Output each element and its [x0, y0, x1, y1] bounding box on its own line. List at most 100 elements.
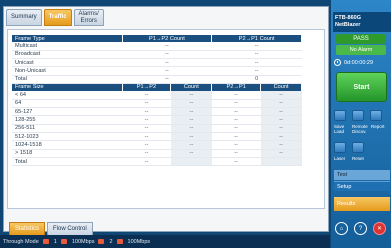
frame-type-table: Frame Type P1→P2 Count P2→P1 Count Multi… — [12, 35, 302, 85]
table-row: Broadcast -- -- — [12, 50, 302, 60]
tab-alarms-errors[interactable]: Alarms/ Errors — [73, 9, 104, 26]
count-cell — [170, 157, 212, 167]
row-label: Multicast — [12, 42, 122, 51]
home-icon[interactable]: ⌂ — [335, 222, 348, 235]
column-header: Count — [260, 83, 302, 91]
value-cell: -- — [211, 124, 261, 133]
tab-statistics[interactable]: Statistics — [9, 222, 46, 236]
table-row: 64 -- -- -- -- — [12, 99, 302, 109]
table-row: 128-255 -- -- -- -- — [12, 115, 302, 125]
column-header: Count — [170, 83, 213, 91]
table-header-row: Frame Size P1→P2 Count P2→P1 Count — [12, 83, 302, 91]
table-row: Non-Unicast -- -- — [12, 66, 302, 76]
menu-setup[interactable]: Setup — [334, 181, 390, 191]
value-cell: -- — [122, 132, 171, 142]
row-label: 65-127 — [12, 107, 122, 117]
help-icon[interactable]: ? — [354, 222, 367, 235]
bottom-tab-bar: Statistics Flow Control — [9, 222, 93, 236]
row-label: Total — [12, 75, 122, 85]
port2-speed: 100Mbps — [127, 238, 151, 245]
report-label: Report — [371, 124, 385, 129]
reset-button[interactable] — [352, 142, 364, 153]
count-cell: -- — [122, 58, 212, 68]
pass-status-badge: PASS — [336, 34, 386, 44]
column-header: P1→P2 Count — [122, 35, 213, 42]
traffic-content: Frame Type P1→P2 Count P2→P1 Count Multi… — [7, 29, 325, 209]
row-label: 256-511 — [12, 124, 122, 133]
tab-summary[interactable]: Summary — [6, 9, 42, 26]
row-label: 64 — [12, 99, 122, 109]
count-cell: -- — [260, 140, 302, 150]
device-model: FTB-860G — [335, 15, 361, 21]
port1-label: 1 — [53, 238, 57, 245]
top-tab-bar: Summary Traffic Alarms/ Errors — [6, 9, 104, 26]
test-timer: 0d:00:00:29 — [334, 58, 389, 67]
column-header: P1→P2 — [122, 83, 172, 91]
count-cell: -- — [170, 124, 212, 133]
device-header: FTB-860G NetBlazer — [333, 12, 391, 32]
table-row: Unicast -- -- — [12, 58, 302, 68]
count-cell: -- — [170, 115, 212, 125]
value-cell: -- — [211, 99, 261, 109]
remote-discovery-button[interactable] — [352, 110, 364, 121]
row-label: Non-Unicast — [12, 66, 122, 76]
save-load-button[interactable] — [334, 110, 346, 121]
remote-discovery-label: Remote Discov. — [352, 124, 368, 134]
count-cell: -- — [260, 149, 302, 158]
close-icon[interactable]: ✕ — [373, 222, 386, 235]
count-cell: -- — [211, 58, 302, 68]
count-cell: -- — [211, 42, 302, 51]
count-cell: -- — [170, 107, 212, 117]
reset-label: Reset — [352, 156, 364, 161]
timer-value: 0d:00:00:29 — [344, 59, 374, 66]
value-cell: -- — [122, 107, 171, 117]
start-button[interactable]: Start — [336, 72, 387, 102]
report-button[interactable] — [370, 110, 382, 121]
table-row: 256-511 -- -- -- -- — [12, 124, 302, 133]
tab-flow-control[interactable]: Flow Control — [47, 222, 93, 236]
row-label: Total — [12, 157, 122, 167]
value-cell: -- — [211, 90, 261, 100]
menu-test[interactable]: Test — [334, 170, 390, 180]
table-row: 1024-1518 -- -- -- -- — [12, 140, 302, 150]
count-cell: -- — [260, 99, 302, 109]
table-row: 512-1023 -- -- -- -- — [12, 132, 302, 142]
menu-results[interactable]: Results — [334, 197, 390, 211]
row-label: 128-255 — [12, 115, 122, 125]
row-label: Unicast — [12, 58, 122, 68]
table-row: > 1518 -- -- -- -- — [12, 149, 302, 158]
results-panel: Summary Traffic Alarms/ Errors Frame Typ… — [3, 6, 329, 236]
value-cell: -- — [122, 157, 171, 167]
tab-traffic[interactable]: Traffic — [43, 9, 72, 26]
port-icon — [116, 239, 123, 244]
port-icon — [42, 239, 49, 244]
application-screen: Summary Traffic Alarms/ Errors Frame Typ… — [0, 0, 391, 248]
value-cell: -- — [122, 115, 171, 125]
count-cell: -- — [170, 99, 212, 109]
value-cell: -- — [122, 99, 171, 109]
table-row: Total -- -- — [12, 157, 302, 167]
device-name: NetBlazer — [335, 22, 361, 28]
table-row: Total -- 0 — [12, 75, 302, 85]
column-header: P2→P1 Count — [211, 35, 302, 42]
control-panel: FTB-860G NetBlazer PASS No Alarm 0d:00:0… — [331, 0, 391, 248]
count-cell: -- — [170, 132, 212, 142]
laser-button[interactable] — [334, 142, 346, 153]
value-cell: -- — [211, 140, 261, 150]
status-bar: Through Mode 1 100Mbps 2 100Mbps — [0, 235, 330, 248]
value-cell: -- — [211, 157, 261, 167]
row-label: 1024-1518 — [12, 140, 122, 150]
count-cell: -- — [260, 90, 302, 100]
value-cell: -- — [211, 107, 261, 117]
column-header: Frame Type — [12, 35, 123, 42]
save-load-label: Save Load — [334, 124, 345, 134]
column-header: Frame Size — [12, 83, 123, 91]
count-cell: -- — [170, 149, 212, 158]
count-cell: -- — [170, 90, 212, 100]
value-cell: -- — [122, 90, 171, 100]
count-cell: -- — [211, 50, 302, 60]
table-row: < 64 -- -- -- -- — [12, 90, 302, 100]
clock-icon — [334, 59, 341, 66]
value-cell: -- — [122, 124, 171, 133]
mode-label: Through Mode — [3, 238, 39, 245]
